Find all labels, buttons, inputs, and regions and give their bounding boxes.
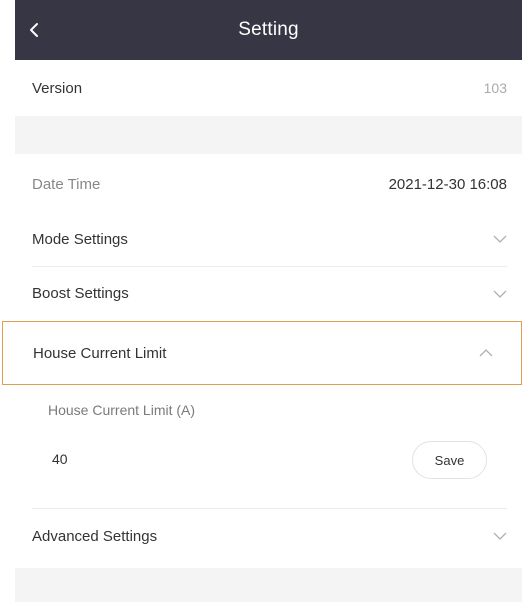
section-spacer xyxy=(15,116,522,154)
chevron-down-icon xyxy=(493,290,507,298)
date-time-label: Date Time xyxy=(32,175,101,193)
page-title: Setting xyxy=(238,19,299,40)
boost-settings-row[interactable]: Boost Settings xyxy=(15,267,522,320)
bottom-spacer xyxy=(15,568,522,602)
version-label: Version xyxy=(32,79,83,97)
version-row: Version 103 xyxy=(15,60,522,116)
top-bar: Setting xyxy=(15,0,522,60)
save-button[interactable]: Save xyxy=(412,441,487,479)
chevron-down-icon xyxy=(493,235,507,243)
back-button[interactable] xyxy=(29,0,69,60)
date-time-row: Date Time 2021-12-30 16:08 xyxy=(15,157,522,211)
advanced-settings-row[interactable]: Advanced Settings xyxy=(15,509,522,563)
mode-settings-label: Mode Settings xyxy=(32,230,128,248)
boost-settings-label: Boost Settings xyxy=(32,285,129,302)
house-current-limit-field-label: House Current Limit (A) xyxy=(48,402,196,418)
version-value: 103 xyxy=(483,80,507,96)
date-time-value: 2021-12-30 16:08 xyxy=(388,175,507,193)
chevron-up-icon xyxy=(479,349,493,357)
mode-settings-row[interactable]: Mode Settings xyxy=(15,212,522,266)
house-current-limit-label: House Current Limit xyxy=(33,344,167,362)
advanced-settings-label: Advanced Settings xyxy=(32,527,158,545)
chevron-left-icon xyxy=(30,23,38,37)
house-current-limit-row[interactable]: House Current Limit xyxy=(2,321,522,385)
house-current-limit-input[interactable]: 40 xyxy=(52,451,68,467)
chevron-down-icon xyxy=(493,532,507,540)
